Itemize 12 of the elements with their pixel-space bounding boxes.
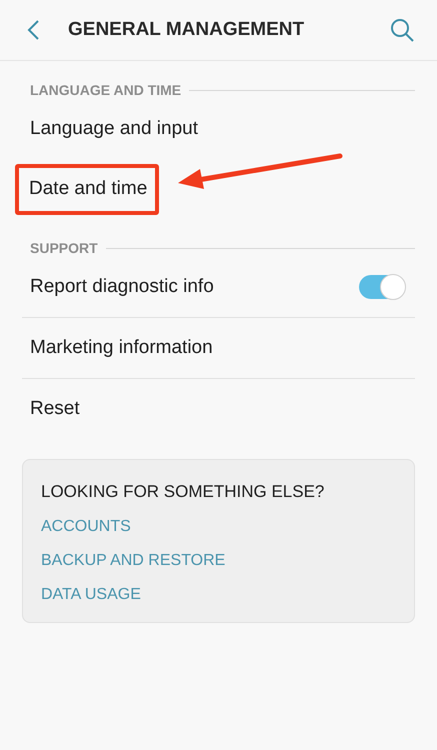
- search-icon[interactable]: [389, 17, 415, 43]
- setting-label[interactable]: Report diagnostic info: [30, 276, 359, 298]
- toggle-switch[interactable]: [359, 275, 405, 299]
- setting-label[interactable]: Reset: [30, 398, 405, 420]
- setting-label[interactable]: Date and time: [15, 164, 160, 214]
- section-header: SUPPORT: [30, 240, 98, 256]
- back-icon[interactable]: [26, 19, 40, 41]
- page-title: GENERAL MANAGEMENT: [68, 19, 306, 41]
- setting-label[interactable]: Language and input: [30, 118, 405, 140]
- setting-label[interactable]: Marketing information: [30, 337, 405, 359]
- card-title: LOOKING FOR SOMETHING ELSE?: [41, 482, 324, 502]
- section-header: LANGUAGE AND TIME: [30, 82, 182, 98]
